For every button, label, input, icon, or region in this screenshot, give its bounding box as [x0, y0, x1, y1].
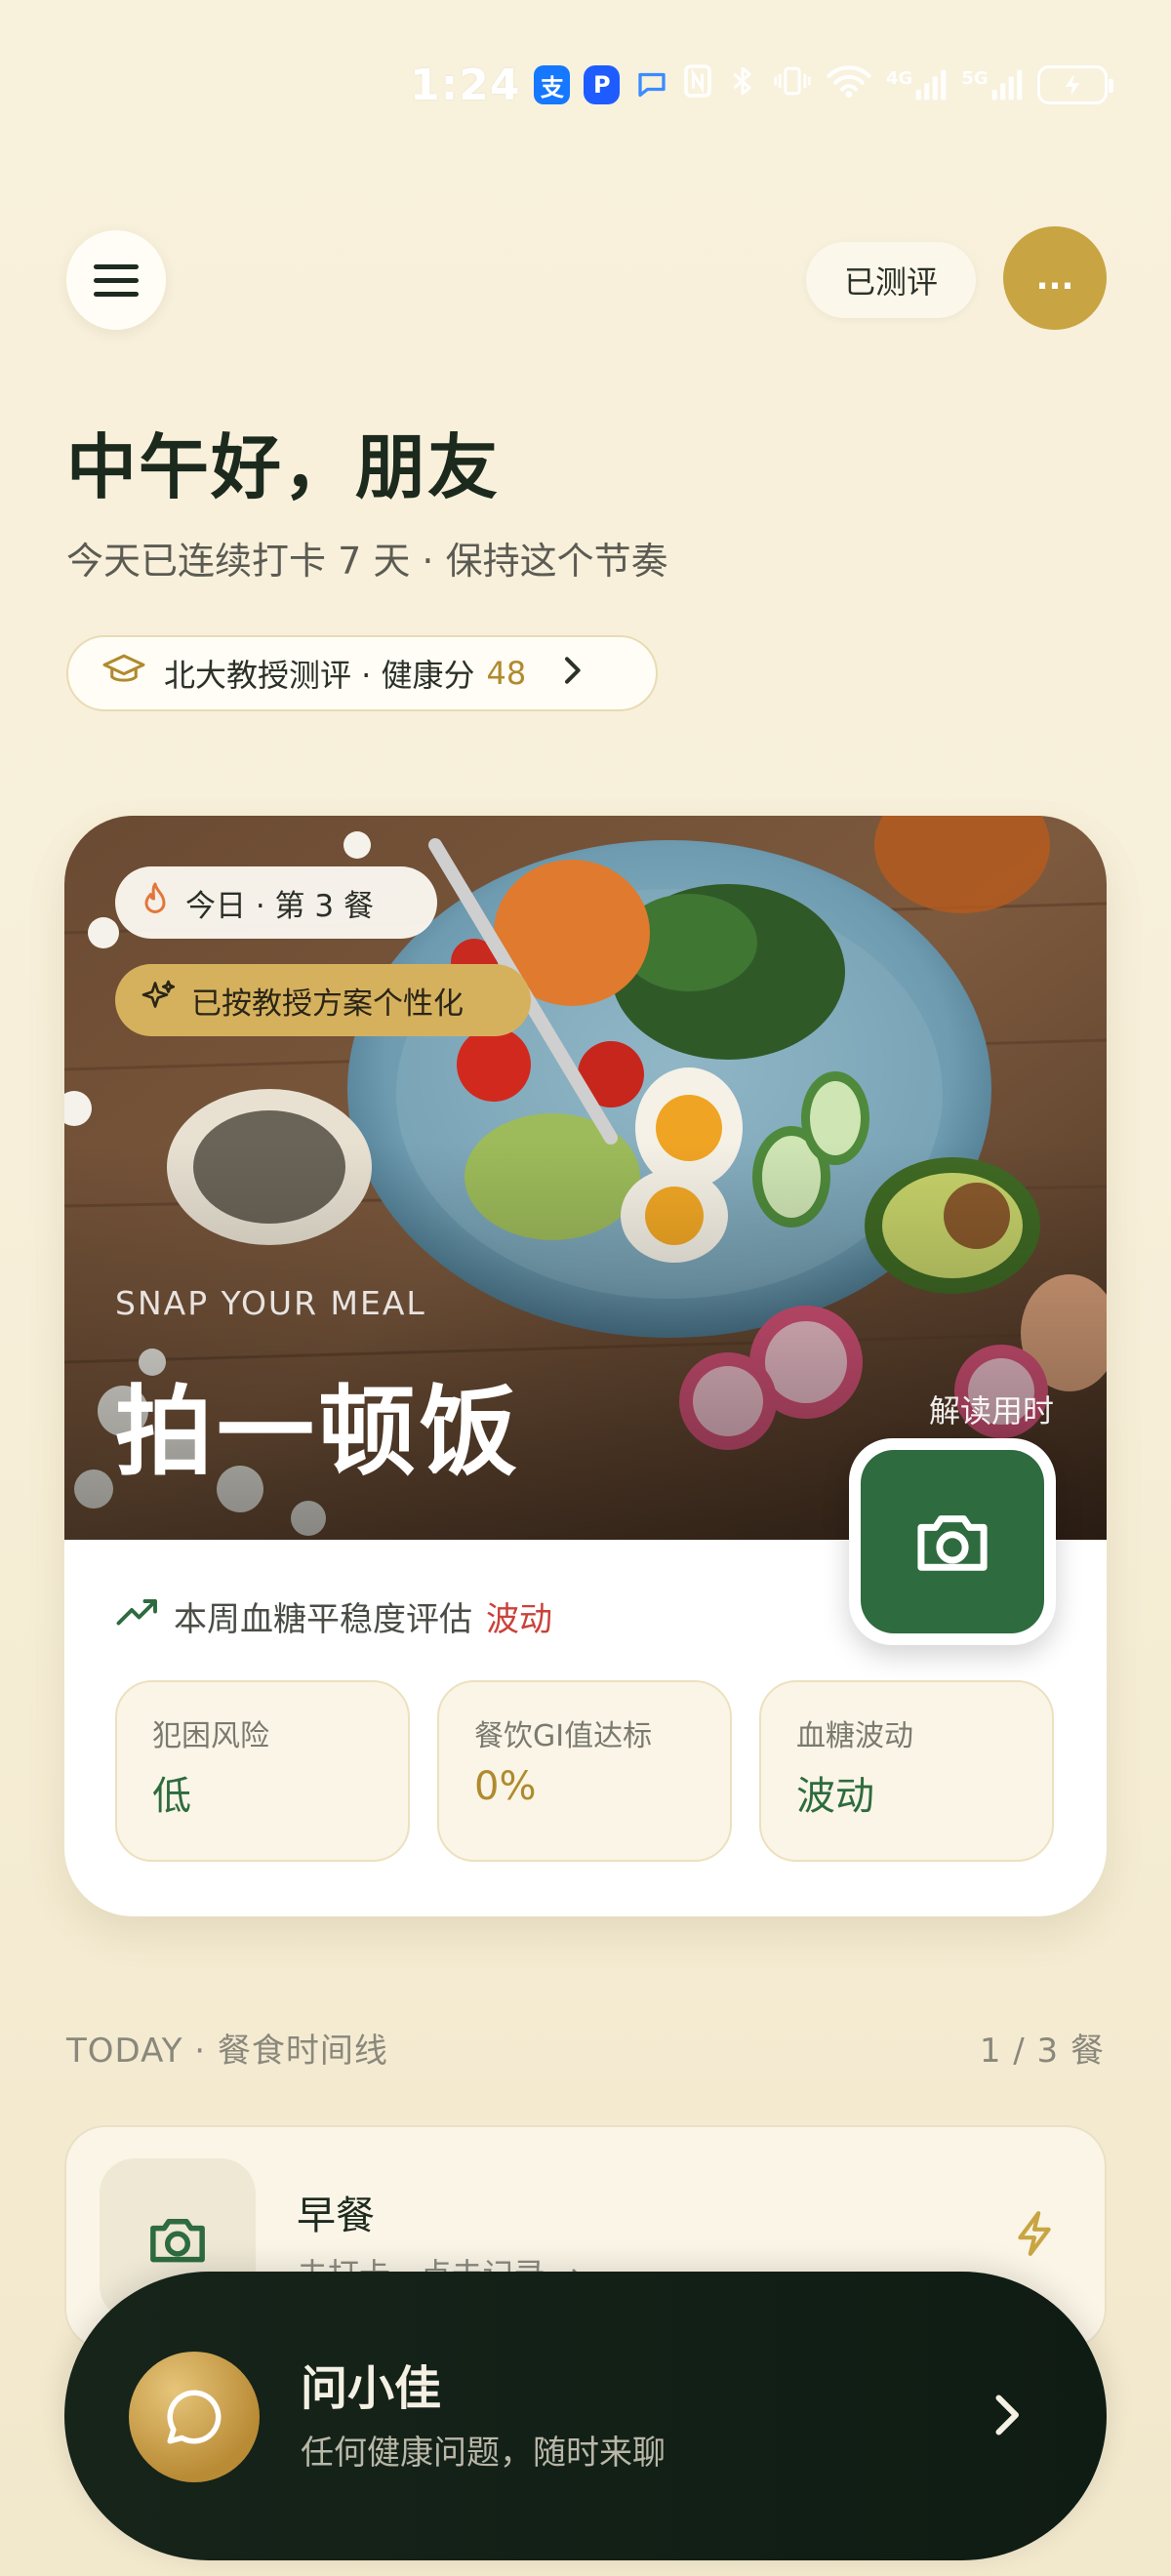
status-bar: 1:24 支 P 4G 5G — [410, 60, 1114, 110]
page-title: 中午好，朋友 — [66, 426, 501, 508]
timeline-count: 1 / 3 餐 — [979, 2032, 1105, 2071]
personalized-label: 已按教授方案个性化 — [191, 986, 464, 1022]
signal-4g-icon: 4G — [886, 68, 948, 101]
metric-label: 餐饮GI值达标 — [474, 1719, 653, 1753]
personalized-chip: 已按教授方案个性化 — [115, 964, 531, 1036]
glucose-status: 波动 — [486, 1600, 552, 1639]
camera-button[interactable] — [849, 1438, 1056, 1645]
metric-value: 0% — [474, 1764, 537, 1809]
battery-icon — [1036, 65, 1114, 104]
nfc-icon — [683, 63, 712, 106]
snap-title: 拍一顿饭 — [115, 1375, 521, 1489]
glucose-label: 本周血糖平稳度评估 — [174, 1600, 472, 1639]
meal-title: 早餐 — [297, 2194, 375, 2238]
avatar[interactable]: ... — [1003, 226, 1107, 330]
payment-app-icon: P — [584, 65, 621, 104]
metric-value: 低 — [152, 1774, 191, 1819]
metric-drowsiness: 犯困风险 低 — [115, 1680, 410, 1862]
bluetooth-icon — [726, 62, 759, 107]
metric-value: 波动 — [796, 1774, 874, 1819]
chevron-right-icon — [991, 2391, 1021, 2443]
professor-assessment-pill[interactable]: 北大教授测评 · 健康分 48 — [66, 635, 658, 711]
menu-button[interactable] — [66, 230, 166, 330]
chevron-right-icon — [561, 654, 583, 694]
metric-label: 犯困风险 — [152, 1719, 269, 1753]
chat-app-icon — [633, 65, 669, 104]
chat-title: 问小佳 — [301, 2361, 442, 2416]
professor-assessment-label: 北大教授测评 · 健康分 — [164, 657, 475, 694]
today-meal-chip: 今日 · 第 3 餐 — [115, 866, 437, 939]
hamburger-icon — [94, 263, 139, 269]
timeline-header: TODAY · 餐食时间线 1 / 3 餐 — [66, 2024, 1105, 2072]
graduation-cap-icon — [101, 651, 146, 696]
metrics-row: 犯困风险 低 餐饮GI值达标 0% 血糖波动 波动 — [115, 1680, 1054, 1862]
chat-avatar — [129, 2352, 260, 2482]
alipay-icon: 支 — [534, 65, 571, 104]
status-time: 1:24 — [410, 60, 521, 110]
flame-icon — [141, 881, 170, 924]
decode-time-label: 解读用时 — [928, 1392, 1054, 1429]
sparkle-icon — [141, 979, 176, 1022]
signal-5g-icon: 5G — [961, 68, 1023, 101]
timeline-heading: TODAY · 餐食时间线 — [66, 2032, 388, 2071]
today-meal-label: 今日 · 第 3 餐 — [185, 888, 374, 924]
chat-bubble-icon — [167, 2390, 222, 2444]
trending-up-icon — [115, 1597, 160, 1636]
chat-subtitle: 任何健康问题，随时来聊 — [301, 2434, 666, 2473]
glucose-stability: 本周血糖平稳度评估 波动 — [115, 1592, 552, 1640]
ask-assistant-bar[interactable]: 问小佳 任何健康问题，随时来聊 — [64, 2272, 1107, 2560]
bolt-icon — [1013, 2209, 1056, 2262]
metric-glucose: 血糖波动 波动 — [759, 1680, 1054, 1862]
camera-icon — [150, 2218, 205, 2263]
snap-meal-card: 今日 · 第 3 餐 已按教授方案个性化 SNAP YOUR MEAL 拍一顿饭… — [64, 816, 1107, 1916]
health-score: 48 — [486, 655, 527, 692]
streak-text: 今天已连续打卡 7 天 · 保持这个节奏 — [66, 540, 668, 583]
assessed-badge[interactable]: 已测评 — [806, 242, 976, 318]
vibrate-icon — [773, 62, 812, 107]
snap-subtitle: SNAP YOUR MEAL — [115, 1284, 426, 1322]
metric-label: 血糖波动 — [796, 1719, 913, 1753]
wifi-icon — [826, 62, 872, 107]
camera-icon — [917, 1515, 988, 1571]
metric-gi: 餐饮GI值达标 0% — [437, 1680, 732, 1862]
